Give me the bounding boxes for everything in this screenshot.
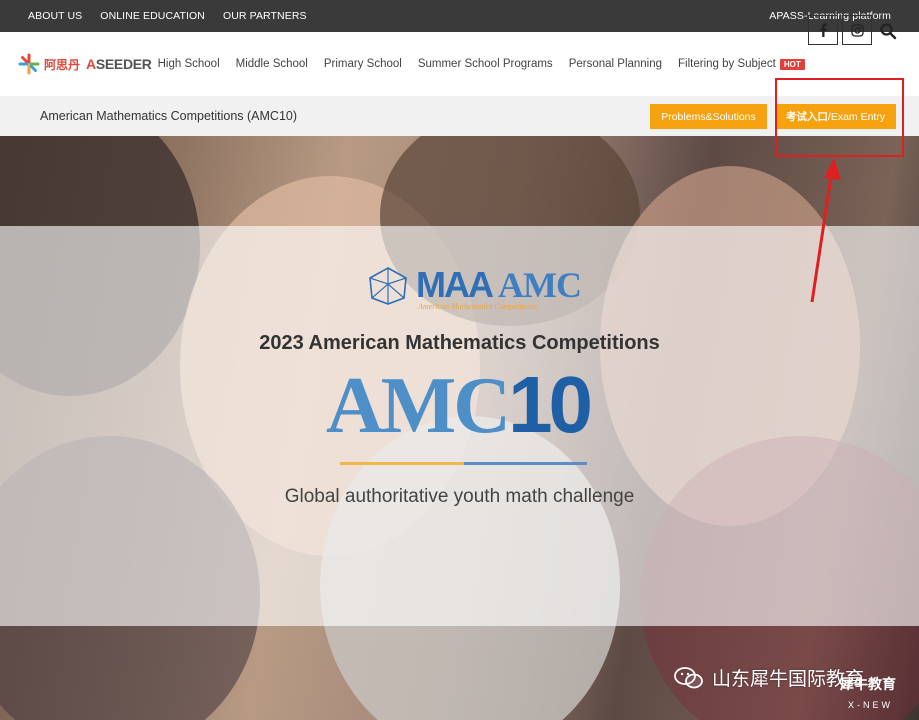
annotation-highlight-box: [775, 78, 904, 157]
top-bar: ABOUT US ONLINE EDUCATION OUR PARTNERS A…: [0, 0, 919, 32]
search-icon[interactable]: [879, 22, 897, 40]
social-buttons: [808, 15, 876, 45]
instagram-button[interactable]: [842, 15, 872, 45]
nav-summer-school[interactable]: Summer School Programs: [418, 58, 553, 70]
amc10-amc: AMC: [326, 362, 511, 450]
logo-star-icon: [18, 53, 40, 75]
instagram-icon: [850, 23, 864, 37]
hot-badge: HOT: [779, 59, 805, 70]
nav-high-school[interactable]: High School: [158, 58, 220, 70]
maa-amc-logo: MAA AMC American Mathematics Competition…: [366, 264, 582, 311]
logo-cn-text: 阿思丹: [44, 57, 81, 72]
nav-filtering-by-subject[interactable]: Filtering by Subject HOT: [678, 58, 805, 70]
amc10-number: 10: [508, 360, 593, 449]
logo-en-text: ASEEDER: [86, 56, 152, 72]
online-education-link[interactable]: ONLINE EDUCATION: [100, 10, 205, 22]
amc10-wordmark: AMC10: [326, 360, 593, 451]
wechat-watermark: 山东犀牛国际教育: [674, 664, 864, 691]
watermark-brand-cn: 犀牛教育: [840, 677, 896, 693]
page-title: American Mathematics Competitions (AMC10…: [40, 109, 298, 123]
logo-en-rest: SEEDER: [95, 56, 152, 72]
hero-subtitle: Global authoritative youth math challeng…: [284, 486, 635, 507]
about-us-link[interactable]: ABOUT US: [28, 10, 82, 22]
maa-amc-wordmark: MAA AMC: [416, 264, 582, 305]
maa-tagline: American Mathematics Competitions: [418, 302, 538, 311]
problems-solutions-button[interactable]: Problems&Solutions: [650, 104, 767, 129]
nav-middle-school[interactable]: Middle School: [236, 58, 308, 70]
watermark-brand-en: X-NEW: [848, 700, 893, 710]
icosahedron-icon: [369, 267, 407, 305]
divider-orange: [340, 462, 464, 465]
amc-text: AMC: [498, 265, 582, 305]
hero-banner: MAA AMC American Mathematics Competition…: [0, 136, 919, 720]
nav-links: High School Middle School Primary School…: [158, 58, 821, 70]
facebook-button[interactable]: [808, 15, 838, 45]
aseeder-logo[interactable]: 阿思丹 ASEEDER: [18, 49, 158, 79]
hero-title: 2023 American Mathematics Competitions: [259, 332, 660, 354]
facebook-icon: [820, 23, 827, 37]
wechat-icon: [674, 666, 703, 688]
logo-en-a: A: [86, 56, 96, 72]
divider-blue: [464, 462, 587, 465]
maa-text: MAA: [416, 264, 494, 305]
our-partners-link[interactable]: OUR PARTNERS: [223, 10, 307, 22]
nav-personal-planning[interactable]: Personal Planning: [569, 58, 662, 70]
nav-primary-school[interactable]: Primary School: [324, 58, 402, 70]
nav-filtering-label: Filtering by Subject: [678, 58, 776, 70]
